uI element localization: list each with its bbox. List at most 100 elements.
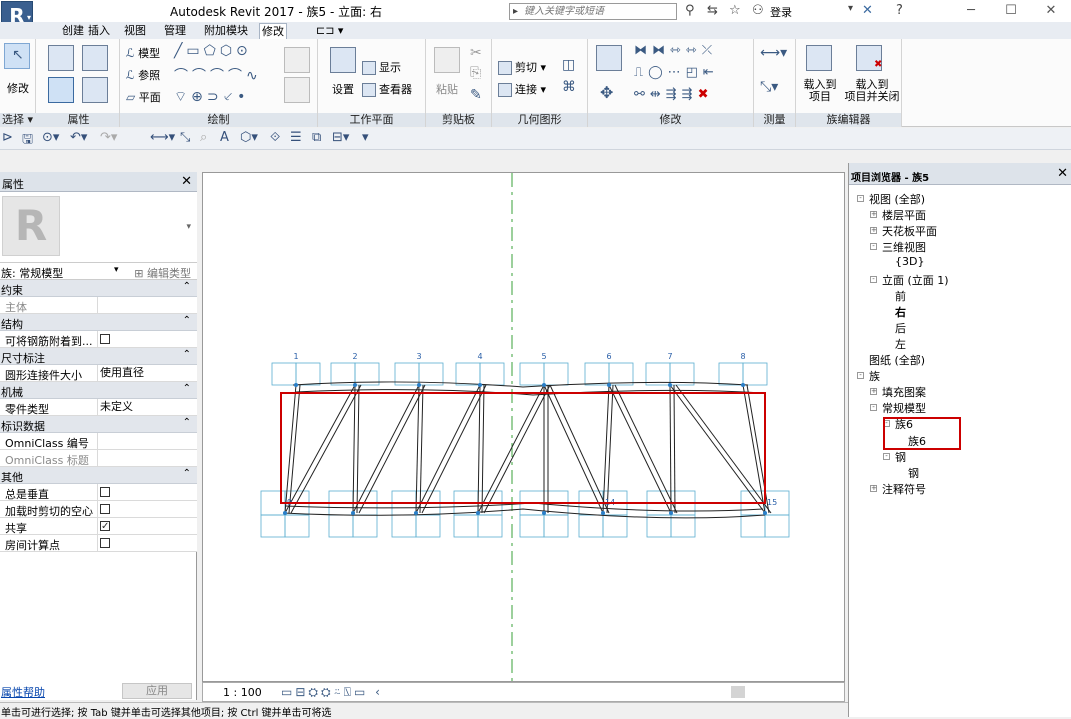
save-icon[interactable]: 🖫: [22, 130, 33, 152]
property-group-header[interactable]: 机械 ⌃: [0, 382, 197, 399]
property-checkbox[interactable]: [100, 538, 110, 548]
browser-tree-item[interactable]: 前: [895, 288, 906, 304]
binoculars-icon[interactable]: ⚲: [685, 3, 695, 18]
cut-geometry-button[interactable]: 剪切 ▾: [498, 59, 546, 75]
property-checkbox[interactable]: [100, 519, 110, 535]
paste-icon[interactable]: [434, 47, 460, 73]
property-group-header[interactable]: 结构 ⌃: [0, 314, 197, 331]
browser-tree-item[interactable]: 立面 (立面 1): [882, 272, 949, 288]
browser-tree-item[interactable]: 天花板平面: [882, 223, 937, 239]
tab-insert[interactable]: 插入: [86, 23, 112, 39]
close-button[interactable]: ✕: [1031, 0, 1071, 22]
move-icon[interactable]: ✥: [600, 83, 613, 102]
horizontal-scrollbar[interactable]: [731, 686, 745, 698]
property-group-header[interactable]: 其他 ⌃: [0, 467, 197, 484]
property-value[interactable]: 未定义: [100, 400, 133, 413]
reference-line-button[interactable]: ℒ 参照: [126, 67, 160, 83]
property-value-cell[interactable]: [97, 501, 196, 517]
modify-tools-row3-icon[interactable]: ⚯⇹⇶⇶✖: [634, 87, 713, 102]
expand-toggle-icon[interactable]: -: [870, 243, 877, 251]
property-group-header[interactable]: 尺寸标注 ⌃: [0, 348, 197, 365]
property-value-cell[interactable]: [97, 433, 196, 449]
collapse-icon[interactable]: ⌃: [183, 468, 191, 479]
expand-toggle-icon[interactable]: -: [857, 195, 864, 202]
join-geometry-button[interactable]: 连接 ▾: [498, 81, 546, 97]
browser-tree-item[interactable]: 左: [895, 336, 906, 352]
maximize-button[interactable]: ☐: [991, 0, 1031, 22]
expand-toggle-icon[interactable]: +: [870, 484, 877, 492]
tab-manage[interactable]: 管理: [162, 23, 188, 39]
browser-tree-item[interactable]: 图纸 (全部): [869, 352, 925, 368]
view-scale[interactable]: 1 : 100: [223, 686, 262, 699]
tag-icon[interactable]: ⌕: [200, 130, 207, 145]
align-icon[interactable]: [596, 45, 622, 71]
property-checkbox[interactable]: [100, 334, 110, 344]
browser-tree-item[interactable]: 后: [895, 320, 906, 336]
property-group-header[interactable]: 标识数据 ⌃: [0, 416, 197, 433]
property-checkbox[interactable]: [100, 487, 110, 497]
browser-tree-item[interactable]: 视图 (全部): [869, 191, 925, 207]
property-value-cell[interactable]: [97, 297, 196, 313]
expand-toggle-icon[interactable]: -: [857, 372, 864, 380]
browser-tree-item[interactable]: {3D}: [895, 255, 924, 268]
modify-button[interactable]: 修改: [7, 80, 29, 96]
expand-toggle-icon[interactable]: -: [883, 452, 890, 460]
property-value-cell[interactable]: 使用直径: [97, 365, 196, 381]
property-group-header[interactable]: 约束 ⌃: [0, 280, 197, 297]
browser-tree-item[interactable]: 族: [869, 368, 880, 384]
collapse-icon[interactable]: ⌃: [183, 315, 191, 326]
show-workplane-button[interactable]: 显示: [362, 59, 401, 75]
collapse-icon[interactable]: ⌃: [183, 281, 191, 292]
elevation-view[interactable]: 1 2 3 4 5 6 7 89 14 15: [203, 173, 846, 683]
family-types-icon[interactable]: [82, 45, 108, 71]
exchange-x-icon[interactable]: ✕: [862, 3, 873, 18]
customize-qat-icon[interactable]: ▾: [362, 130, 369, 145]
undo-icon[interactable]: ↶▾: [70, 130, 87, 145]
draw-shapes-row1-icon[interactable]: ╱▭⬠⬡⊙: [174, 43, 252, 59]
expand-toggle-icon[interactable]: +: [870, 227, 877, 235]
minimize-button[interactable]: ─: [951, 0, 991, 22]
aligned-dimension-icon[interactable]: ⤡: [180, 130, 190, 145]
edit-type-button[interactable]: ⊞ 编辑类型: [134, 265, 191, 281]
property-value-cell[interactable]: 未定义: [97, 399, 196, 415]
measure-qat-icon[interactable]: ⟷▾: [150, 130, 175, 145]
truss-geometry[interactable]: [282, 381, 772, 519]
measure-icon[interactable]: ⟷▾: [760, 45, 787, 61]
tab-create[interactable]: 创建: [60, 23, 86, 39]
close-icon[interactable]: ✕: [1057, 166, 1068, 181]
pick-faces-icon[interactable]: [284, 77, 310, 103]
collapse-icon[interactable]: ⌃: [183, 349, 191, 360]
user-icon[interactable]: ⚇: [752, 3, 764, 18]
type-selector[interactable]: R ▾: [0, 192, 197, 262]
star-icon[interactable]: ☆: [729, 3, 741, 18]
section-icon[interactable]: ⟐: [270, 130, 280, 145]
dimension-icon[interactable]: ⤡▾: [760, 79, 778, 95]
collapse-icon[interactable]: ⌃: [183, 383, 191, 394]
draw-shapes-row3-icon[interactable]: ⌔⊕⊃⸔•: [174, 87, 249, 106]
expand-toggle-icon[interactable]: -: [870, 404, 877, 412]
family-filter-dropdown[interactable]: 族: 常规模型: [1, 265, 63, 281]
expand-toggle-icon[interactable]: +: [870, 211, 877, 219]
browser-tree-item[interactable]: 三维视图: [882, 239, 926, 255]
ribbon-toggle-icon[interactable]: ⊏⊐ ▾: [314, 23, 345, 39]
text-icon[interactable]: A: [220, 130, 229, 145]
tab-modify[interactable]: 修改: [259, 23, 287, 39]
property-value-cell[interactable]: [97, 535, 196, 551]
expand-toggle-icon[interactable]: -: [870, 275, 877, 283]
property-value-cell[interactable]: [97, 331, 196, 347]
browser-tree-item[interactable]: 常规模型: [882, 400, 926, 416]
type-properties-icon[interactable]: [82, 77, 108, 103]
split-face-icon[interactable]: ⌘: [562, 79, 576, 95]
property-value[interactable]: 使用直径: [100, 366, 144, 379]
browser-tree-item[interactable]: 钢: [908, 465, 919, 481]
tab-addins[interactable]: 附加模块: [202, 23, 250, 39]
modify-tools-row1-icon[interactable]: ⧓⧓⇿⇿⤫: [634, 43, 717, 58]
browser-tree-item[interactable]: 填充图案: [882, 384, 926, 400]
open-icon[interactable]: ⊳: [2, 130, 13, 145]
browser-tree-item[interactable]: 注释符号: [882, 481, 926, 497]
properties-icon[interactable]: [48, 45, 74, 71]
property-value-cell[interactable]: [97, 484, 196, 500]
dropdown-icon[interactable]: ▾: [848, 3, 853, 14]
property-value-cell[interactable]: [97, 450, 196, 466]
match-properties-icon[interactable]: ✎: [470, 87, 482, 103]
